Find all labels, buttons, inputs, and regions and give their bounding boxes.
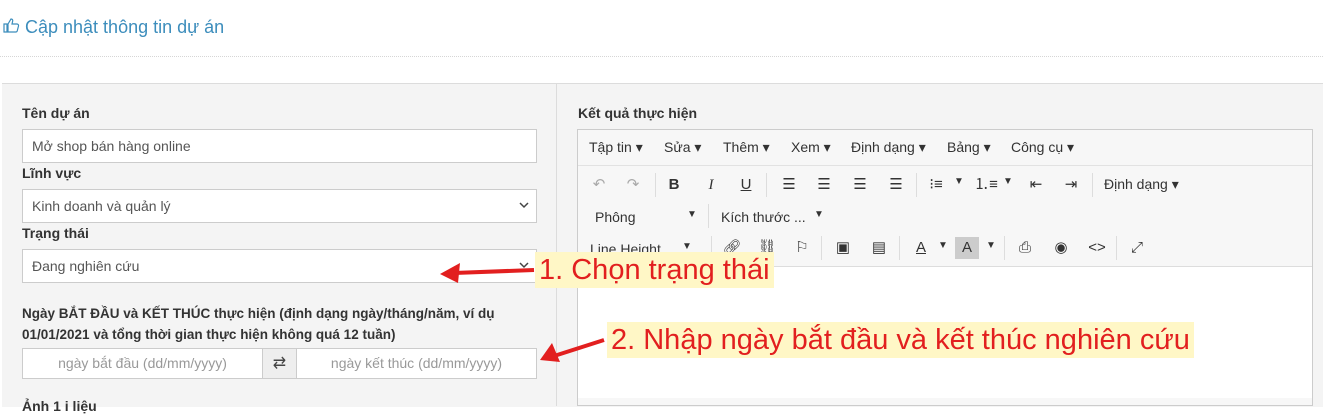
bold-button[interactable]: B bbox=[662, 174, 686, 196]
format-dropdown[interactable]: Định dạng ▾ bbox=[1104, 176, 1179, 193]
dates-label: Ngày BẮT ĐẦU và KẾT THÚC thực hiện (định… bbox=[22, 306, 495, 342]
outdent-icon[interactable]: ⇤ bbox=[1024, 174, 1048, 196]
annotation-step-2: 2. Nhập ngày bắt đầu và kết thúc nghiên … bbox=[607, 322, 1194, 358]
chevron-down-icon bbox=[518, 190, 530, 234]
menu-table[interactable]: Bảng ▾ bbox=[947, 139, 991, 156]
project-name-input[interactable]: Mở shop bán hàng online bbox=[22, 129, 537, 163]
chevron-down-icon[interactable]: ▼ bbox=[954, 176, 964, 187]
source-code-icon[interactable]: <> bbox=[1085, 237, 1109, 259]
menu-format[interactable]: Định dạng ▾ bbox=[851, 139, 926, 156]
menu-tools[interactable]: Công cụ ▾ bbox=[1011, 139, 1074, 156]
status-select-value: Đang nghiên cứu bbox=[32, 258, 140, 274]
arrow-icon bbox=[540, 338, 605, 362]
undo-icon[interactable]: ↶ bbox=[587, 174, 611, 196]
numbered-list-icon[interactable]: ⒈≡ bbox=[974, 174, 998, 196]
next-field-label: Ảnh 1 i liệu bbox=[22, 398, 97, 414]
preview-icon[interactable]: ◉ bbox=[1049, 237, 1073, 259]
project-name-label: Tên dự án bbox=[22, 105, 90, 121]
start-date-input[interactable]: ngày bắt đầu (dd/mm/yyyy) bbox=[22, 348, 263, 379]
status-label: Trạng thái bbox=[22, 225, 89, 241]
header-divider bbox=[0, 56, 1323, 57]
print-icon[interactable]: ⎙ bbox=[1013, 237, 1037, 259]
bullet-list-icon[interactable]: ⁝≡ bbox=[924, 174, 948, 196]
underline-button[interactable]: U bbox=[734, 174, 758, 196]
field-label: Lĩnh vực bbox=[22, 165, 82, 181]
editor-menubar: Tập tin ▾ Sửa ▾ Thêm ▾ Xem ▾ Định dạng ▾… bbox=[578, 130, 1312, 166]
text-color-icon[interactable]: A bbox=[909, 237, 933, 259]
chevron-down-icon[interactable]: ▼ bbox=[986, 240, 996, 251]
end-date-input[interactable]: ngày kết thúc (dd/mm/yyyy) bbox=[296, 348, 537, 379]
field-select-value: Kinh doanh và quản lý bbox=[32, 198, 171, 214]
redo-icon[interactable]: ↷ bbox=[621, 174, 645, 196]
bookmark-icon[interactable]: ⚐ bbox=[790, 237, 814, 259]
highlight-color-icon[interactable]: A bbox=[955, 237, 979, 259]
page-header: Cập nhật thông tin dự án bbox=[0, 0, 1323, 58]
menu-file[interactable]: Tập tin ▾ bbox=[589, 139, 643, 156]
font-family-dropdown[interactable]: Phông ▼ bbox=[595, 209, 697, 225]
menu-insert[interactable]: Thêm ▾ bbox=[723, 139, 770, 156]
chevron-down-icon[interactable]: ▼ bbox=[938, 240, 948, 251]
media-icon[interactable]: ▤ bbox=[867, 237, 891, 259]
fullscreen-icon[interactable]: ⤢ bbox=[1125, 237, 1149, 259]
indent-icon[interactable]: ⇥ bbox=[1059, 174, 1083, 196]
thumbs-up-icon bbox=[3, 18, 20, 38]
align-left-icon[interactable]: ☰ bbox=[777, 174, 801, 196]
image-icon[interactable]: ▣ bbox=[831, 237, 855, 259]
italic-button[interactable]: I bbox=[699, 174, 723, 196]
align-center-icon[interactable]: ☰ bbox=[812, 174, 836, 196]
swap-arrows-icon: ⇄ bbox=[262, 348, 297, 379]
date-range-group: ngày bắt đầu (dd/mm/yyyy) ⇄ ngày kết thú… bbox=[22, 348, 537, 379]
field-select[interactable]: Kinh doanh và quản lý bbox=[22, 189, 537, 223]
menu-view[interactable]: Xem ▾ bbox=[791, 139, 831, 156]
page-title: Cập nhật thông tin dự án bbox=[25, 17, 225, 37]
arrow-icon bbox=[440, 263, 535, 283]
align-right-icon[interactable]: ☰ bbox=[848, 174, 872, 196]
annotation-step-1: 1. Chọn trạng thái bbox=[535, 252, 774, 288]
align-justify-icon[interactable]: ☰ bbox=[884, 174, 908, 196]
menu-edit[interactable]: Sửa ▾ bbox=[664, 139, 701, 156]
chevron-down-icon[interactable]: ▼ bbox=[1003, 176, 1013, 187]
font-size-dropdown[interactable]: Kích thước ... ▼ bbox=[721, 209, 824, 225]
results-label: Kết quả thực hiện bbox=[578, 105, 698, 121]
